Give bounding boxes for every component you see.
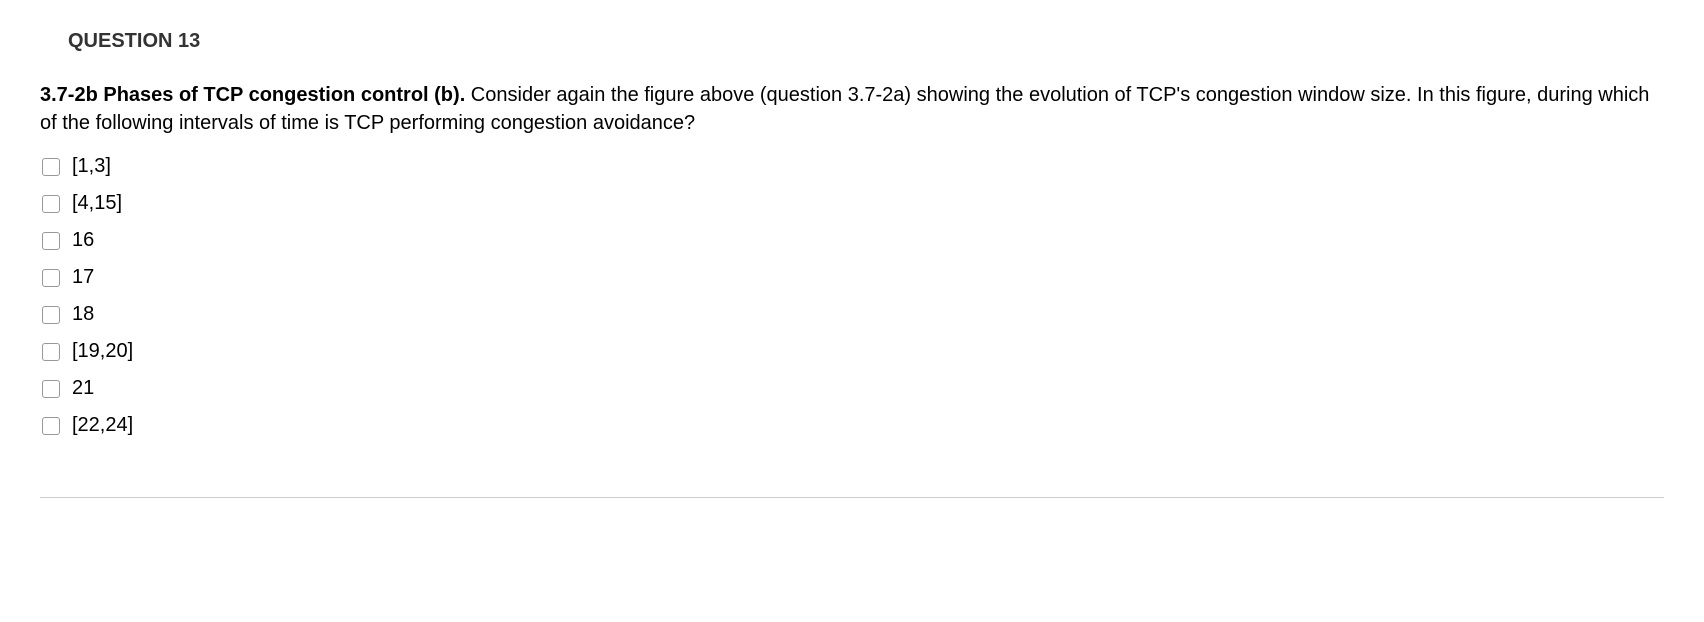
checkbox[interactable]	[42, 158, 60, 176]
option-item: 16	[42, 229, 1664, 252]
option-item: 18	[42, 303, 1664, 326]
option-label: [22,24]	[72, 414, 133, 437]
option-label: 21	[72, 377, 94, 400]
option-label: [1,3]	[72, 155, 111, 178]
option-item: [19,20]	[42, 340, 1664, 363]
option-label: [4,15]	[72, 192, 122, 215]
question-bold: 3.7-2b Phases of TCP congestion control …	[40, 84, 465, 106]
checkbox[interactable]	[42, 343, 60, 361]
option-label: 18	[72, 303, 94, 326]
question-header: QUESTION 13	[68, 30, 1664, 53]
option-item: [4,15]	[42, 192, 1664, 215]
question-text: 3.7-2b Phases of TCP congestion control …	[40, 81, 1664, 137]
option-item: 17	[42, 266, 1664, 289]
divider	[40, 497, 1664, 498]
checkbox[interactable]	[42, 269, 60, 287]
checkbox[interactable]	[42, 380, 60, 398]
checkbox[interactable]	[42, 195, 60, 213]
option-label: 16	[72, 229, 94, 252]
option-label: [19,20]	[72, 340, 133, 363]
checkbox[interactable]	[42, 417, 60, 435]
checkbox[interactable]	[42, 232, 60, 250]
options-list: [1,3] [4,15] 16 17 18 [19,20] 21 [22,24]	[42, 155, 1664, 437]
option-label: 17	[72, 266, 94, 289]
option-item: 21	[42, 377, 1664, 400]
option-item: [22,24]	[42, 414, 1664, 437]
option-item: [1,3]	[42, 155, 1664, 178]
checkbox[interactable]	[42, 306, 60, 324]
